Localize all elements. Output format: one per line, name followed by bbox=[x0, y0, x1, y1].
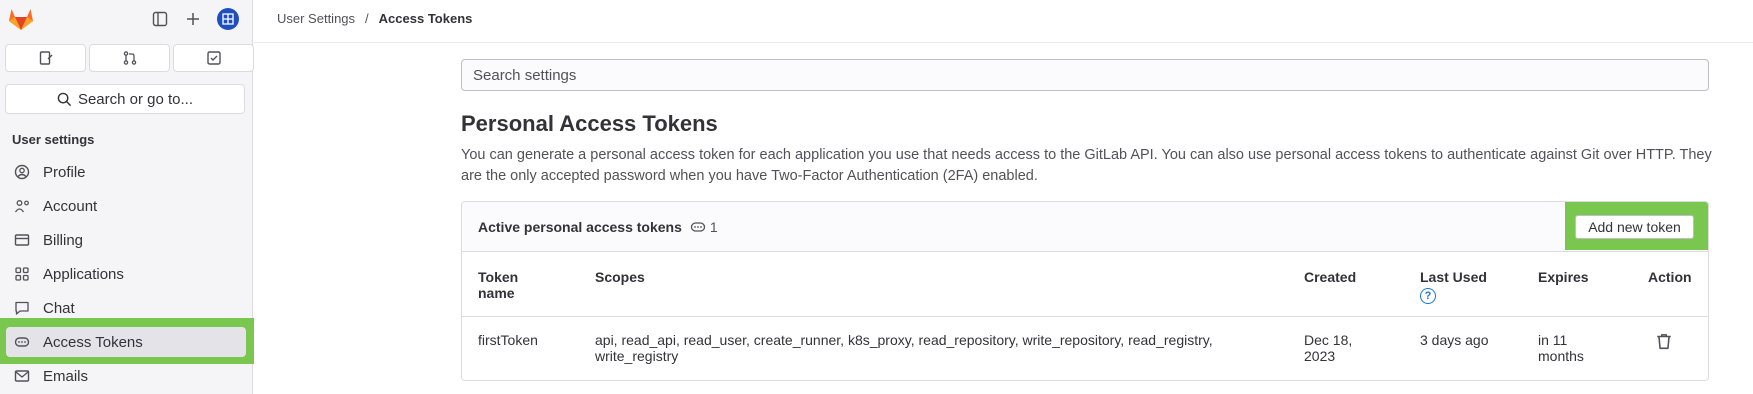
table-row-divider bbox=[462, 316, 1708, 317]
chat-icon bbox=[13, 299, 31, 317]
column-header-scopes[interactable]: Scopes bbox=[595, 269, 645, 285]
sidebar-item-label: Account bbox=[43, 197, 98, 215]
sidebar-section-heading: User settings bbox=[12, 132, 95, 147]
question-icon[interactable]: ? bbox=[1420, 288, 1436, 304]
sidebar: Search or go to... User settings Profile… bbox=[0, 0, 254, 394]
account-icon bbox=[13, 197, 31, 215]
avatar[interactable] bbox=[217, 8, 239, 30]
quick-actions bbox=[5, 44, 254, 72]
token-name: firstToken bbox=[478, 332, 538, 348]
breadcrumb: User Settings / Access Tokens bbox=[277, 11, 472, 26]
tokens-card-title-text: Active personal access tokens bbox=[478, 219, 682, 235]
sidebar-item-emails[interactable]: Emails bbox=[6, 361, 246, 391]
sidebar-top-bar bbox=[0, 0, 253, 38]
sidebar-item-label: Emails bbox=[43, 367, 89, 385]
sidebar-item-label: Access Tokens bbox=[43, 333, 143, 351]
sidebar-item-account[interactable]: Account bbox=[6, 191, 246, 221]
token-count: 1 bbox=[709, 219, 718, 235]
token-created-line1: Dec 18, bbox=[1304, 332, 1353, 348]
search-or-go-button[interactable]: Search or go to... bbox=[5, 84, 245, 114]
token-icon bbox=[13, 333, 31, 351]
gitlab-logo-icon[interactable] bbox=[8, 7, 34, 31]
token-expires-line1: in 11 bbox=[1538, 332, 1568, 348]
plus-icon[interactable] bbox=[183, 9, 203, 29]
tokens-card-header: Active personal access tokens 1 Add new … bbox=[462, 202, 1708, 252]
column-header-expires[interactable]: Expires bbox=[1538, 269, 1589, 285]
trash-icon[interactable] bbox=[1655, 332, 1673, 350]
token-scopes: api, read_api, read_user, create_runner,… bbox=[595, 332, 1213, 364]
column-header-last-used-label: Last Used bbox=[1420, 269, 1487, 285]
column-header-created[interactable]: Created bbox=[1304, 269, 1356, 285]
token-expires-line2: months bbox=[1538, 348, 1584, 364]
breadcrumb-current[interactable]: Access Tokens bbox=[379, 11, 473, 26]
search-icon bbox=[57, 92, 72, 106]
search-settings-input[interactable]: Search settings bbox=[461, 59, 1709, 91]
merge-request-icon bbox=[123, 51, 136, 65]
token-created: Dec 18, 2023 bbox=[1304, 332, 1352, 364]
token-last-used: 3 days ago bbox=[1420, 332, 1489, 348]
sidebar-item-label: Chat bbox=[43, 299, 75, 317]
header-divider bbox=[254, 42, 1753, 43]
sidebar-item-billing[interactable]: Billing bbox=[6, 225, 246, 255]
column-header-action: Action bbox=[1648, 269, 1692, 285]
issues-icon bbox=[39, 51, 52, 65]
todo-icon bbox=[206, 51, 221, 65]
sidebar-item-label: Profile bbox=[43, 163, 86, 181]
add-new-token-button[interactable]: Add new token bbox=[1575, 215, 1694, 239]
applications-icon bbox=[13, 265, 31, 283]
billing-icon bbox=[13, 231, 31, 249]
column-header-last-used[interactable]: Last Used ? bbox=[1420, 269, 1487, 304]
issues-button[interactable] bbox=[5, 44, 86, 72]
todo-button[interactable] bbox=[173, 44, 254, 72]
column-header-token-name[interactable]: Token name bbox=[478, 269, 518, 301]
token-expires: in 11 months bbox=[1538, 332, 1584, 364]
sidebar-item-applications[interactable]: Applications bbox=[6, 259, 246, 289]
column-header-token-name-line1: Token bbox=[478, 269, 519, 285]
token-scopes-line2: write_registry bbox=[595, 348, 679, 364]
merge-requests-button[interactable] bbox=[89, 44, 170, 72]
sidebar-item-label: Billing bbox=[43, 231, 84, 249]
breadcrumb-parent[interactable]: User Settings bbox=[277, 11, 355, 26]
tokens-card-title: Active personal access tokens 1 bbox=[478, 219, 718, 235]
tokens-card: Active personal access tokens 1 Add new … bbox=[461, 201, 1709, 381]
page-description: You can generate a personal access token… bbox=[461, 147, 1712, 184]
token-created-line2: 2023 bbox=[1304, 348, 1336, 364]
mail-icon bbox=[13, 367, 31, 385]
sidebar-toggle-icon[interactable] bbox=[150, 9, 170, 29]
token-count-badge: 1 bbox=[690, 219, 718, 235]
breadcrumb-separator: / bbox=[365, 11, 369, 26]
sidebar-item-label: Applications bbox=[43, 265, 124, 283]
token-icon bbox=[690, 222, 706, 232]
column-header-token-name-line2: name bbox=[478, 285, 515, 301]
search-or-go-label: Search or go to... bbox=[77, 90, 194, 108]
sidebar-item-profile[interactable]: Profile bbox=[6, 157, 246, 187]
sidebar-item-access-tokens[interactable]: Access Tokens bbox=[6, 327, 246, 357]
page-title: Personal Access Tokens bbox=[461, 111, 718, 136]
token-scopes-line1: api, read_api, read_user, create_runner,… bbox=[595, 332, 1213, 348]
user-circle-icon bbox=[13, 163, 31, 181]
